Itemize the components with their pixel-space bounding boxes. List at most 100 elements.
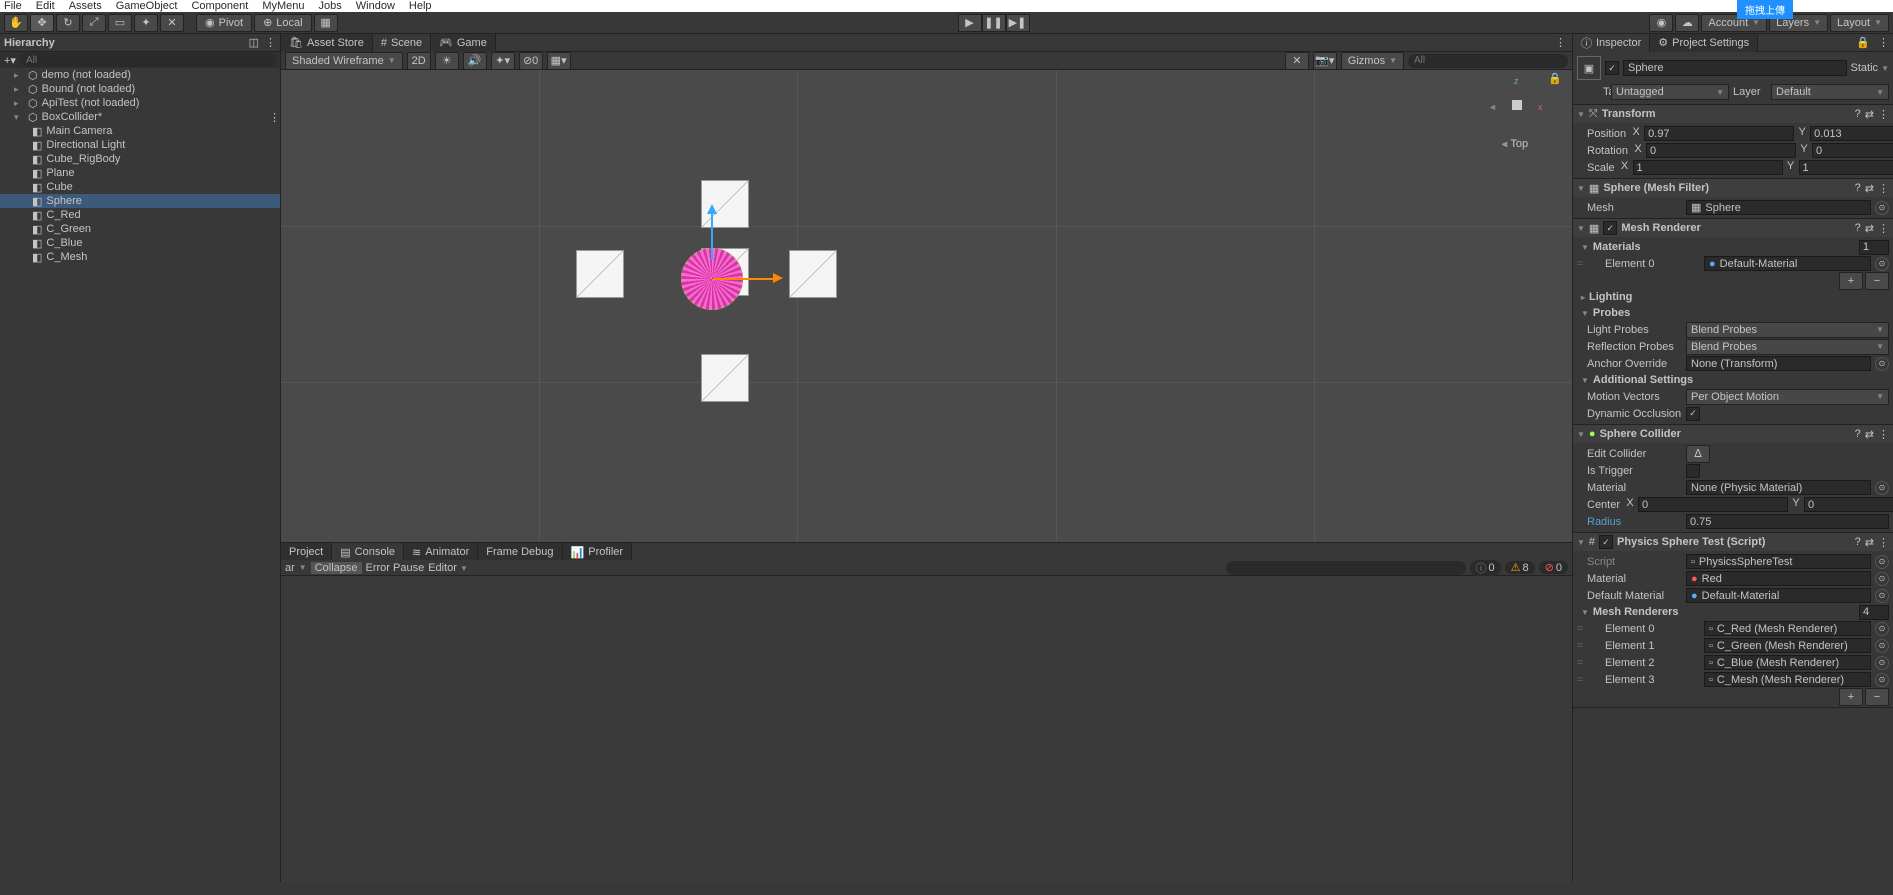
preset-icon[interactable]: ⇄ (1865, 428, 1874, 441)
rotation-x-input[interactable] (1646, 143, 1796, 158)
hierarchy-list[interactable]: ▸⬡demo (not loaded) ▸⬡Bound (not loaded)… (0, 68, 280, 882)
transform-tool-button[interactable]: ✦ (134, 14, 158, 32)
component-menu-icon[interactable]: ⋮ (1878, 222, 1889, 235)
tab-game[interactable]: 🎮Game (431, 34, 496, 52)
tab-asset-store[interactable]: 🛍Asset Store (281, 34, 373, 52)
camera-settings-button[interactable]: ✕ (1285, 52, 1309, 70)
inspector-lock-icon[interactable]: 🔒 (1852, 36, 1874, 49)
component-menu-icon[interactable]: ⋮ (1878, 182, 1889, 195)
object-picker-button[interactable]: ⊙ (1875, 639, 1889, 653)
menu-gameobject[interactable]: GameObject (116, 0, 178, 12)
scene-item-dim[interactable]: ▸⬡ApiTest (not loaded) (0, 96, 280, 110)
renderer-element-field[interactable]: ▫C_Red (Mesh Renderer) (1704, 621, 1871, 636)
material-element-field[interactable]: ●Default-Material (1704, 256, 1871, 271)
gizmos-dropdown[interactable]: Gizmos▼ (1341, 52, 1404, 70)
hierarchy-item[interactable]: ◧C_Green (0, 222, 280, 236)
object-picker-button[interactable]: ⊙ (1875, 201, 1889, 215)
object-picker-button[interactable]: ⊙ (1875, 656, 1889, 670)
collab-button[interactable]: ◉ (1649, 14, 1673, 32)
physic-material-field[interactable]: None (Physic Material) (1686, 480, 1871, 495)
object-picker-button[interactable]: ⊙ (1875, 572, 1889, 586)
pivot-toggle-button[interactable]: ◉Pivot (196, 14, 252, 32)
pause-button[interactable]: ❚❚ (982, 14, 1006, 32)
scene-menu-icon[interactable]: ⋮ (269, 111, 280, 124)
tab-animator[interactable]: ≋Animator (404, 543, 478, 561)
clear-button[interactable]: ar (285, 562, 295, 574)
component-menu-icon[interactable]: ⋮ (1878, 536, 1889, 549)
object-picker-button[interactable]: ⊙ (1875, 357, 1889, 371)
mesh-renderers-size-input[interactable] (1859, 605, 1889, 620)
preset-icon[interactable]: ⇄ (1865, 108, 1874, 121)
add-element-button[interactable]: + (1839, 688, 1863, 706)
script-material-field[interactable]: ●Red (1686, 571, 1871, 586)
remove-element-button[interactable]: − (1865, 272, 1889, 290)
local-toggle-button[interactable]: ⊕Local (254, 14, 312, 32)
rect-tool-button[interactable]: ▭ (108, 14, 132, 32)
mesh-renderer-enable-checkbox[interactable]: ✓ (1603, 221, 1617, 235)
rotation-y-input[interactable] (1812, 143, 1893, 158)
is-trigger-checkbox[interactable] (1686, 464, 1700, 478)
rotate-tool-button[interactable]: ↻ (56, 14, 80, 32)
hierarchy-item[interactable]: ◧Directional Light (0, 138, 280, 152)
object-picker-button[interactable]: ⊙ (1875, 481, 1889, 495)
component-menu-icon[interactable]: ⋮ (1878, 108, 1889, 121)
edit-collider-button[interactable]: ᐃ (1686, 445, 1710, 463)
menu-window[interactable]: Window (356, 0, 395, 12)
menu-help[interactable]: Help (409, 0, 432, 12)
default-material-field[interactable]: ●Default-Material (1686, 588, 1871, 603)
tab-frame-debug[interactable]: Frame Debug (478, 543, 562, 561)
tab-project[interactable]: Project (281, 543, 332, 561)
remove-element-button[interactable]: − (1865, 688, 1889, 706)
hierarchy-item[interactable]: ◧Plane (0, 166, 280, 180)
add-element-button[interactable]: + (1839, 272, 1863, 290)
tab-project-settings[interactable]: ⚙Project Settings (1650, 34, 1758, 52)
scene-item-active[interactable]: ▾⬡BoxCollider*⋮ (0, 110, 280, 124)
mesh-field[interactable]: ▦Sphere (1686, 200, 1871, 215)
materials-size-input[interactable] (1859, 240, 1889, 255)
error-count-badge[interactable]: ⊘0 (1539, 561, 1568, 574)
console-log-area[interactable] (281, 576, 1572, 882)
renderer-element-field[interactable]: ▫C_Blue (Mesh Renderer) (1704, 655, 1871, 670)
hierarchy-add-button[interactable]: +▾ (4, 54, 16, 67)
upload-badge[interactable]: 拖拽上傳 (1737, 0, 1793, 19)
hierarchy-item[interactable]: ◧Cube_RigBody (0, 152, 280, 166)
hierarchy-item[interactable]: ◧C_Mesh (0, 250, 280, 264)
reflection-probes-dropdown[interactable]: Blend Probes▼ (1686, 339, 1889, 355)
menu-file[interactable]: File (4, 0, 22, 12)
menu-component[interactable]: Component (191, 0, 248, 12)
object-picker-button[interactable]: ⊙ (1875, 555, 1889, 569)
help-icon[interactable]: ? (1855, 536, 1861, 548)
hierarchy-search-input[interactable] (20, 53, 276, 67)
help-icon[interactable]: ? (1855, 428, 1861, 440)
center-y-input[interactable] (1804, 497, 1893, 512)
layer-dropdown[interactable]: Default▼ (1771, 84, 1889, 100)
radius-input[interactable] (1686, 514, 1889, 529)
object-picker-button[interactable]: ⊙ (1875, 257, 1889, 271)
help-icon[interactable]: ? (1855, 222, 1861, 234)
center-x-input[interactable] (1638, 497, 1788, 512)
help-icon[interactable]: ? (1855, 108, 1861, 120)
editor-dropdown[interactable]: Editor ▼ (428, 562, 468, 574)
gameobject-active-checkbox[interactable]: ✓ (1605, 61, 1619, 75)
warn-count-badge[interactable]: ⚠8 (1505, 561, 1535, 574)
hierarchy-item[interactable]: ◧C_Red (0, 208, 280, 222)
move-tool-button[interactable]: ✥ (30, 14, 54, 32)
hierarchy-dock-icon[interactable]: ◫ (249, 36, 259, 49)
info-count-badge[interactable]: ⓘ0 (1470, 560, 1501, 576)
scene-cube[interactable] (789, 250, 837, 298)
hierarchy-item-selected[interactable]: ◧Sphere (0, 194, 280, 208)
hierarchy-item[interactable]: ◧Cube (0, 180, 280, 194)
preset-icon[interactable]: ⇄ (1865, 536, 1874, 549)
grid-toggle-button[interactable]: ▦▾ (547, 52, 571, 70)
motion-vectors-dropdown[interactable]: Per Object Motion▼ (1686, 389, 1889, 405)
hierarchy-menu-icon[interactable]: ⋮ (265, 36, 276, 49)
menu-edit[interactable]: Edit (36, 0, 55, 12)
dynamic-occlusion-checkbox[interactable]: ✓ (1686, 407, 1700, 421)
orientation-gizmo[interactable]: x z ◄ ⫷ Top 🔒 (1492, 80, 1542, 130)
scale-tool-button[interactable]: ⤢ (82, 14, 106, 32)
light-probes-dropdown[interactable]: Blend Probes▼ (1686, 322, 1889, 338)
position-x-input[interactable] (1644, 126, 1794, 141)
fx-toggle-button[interactable]: ✦▾ (491, 52, 515, 70)
custom-tool-button[interactable]: ✕ (160, 14, 184, 32)
layout-dropdown[interactable]: Layout▼ (1830, 14, 1889, 32)
